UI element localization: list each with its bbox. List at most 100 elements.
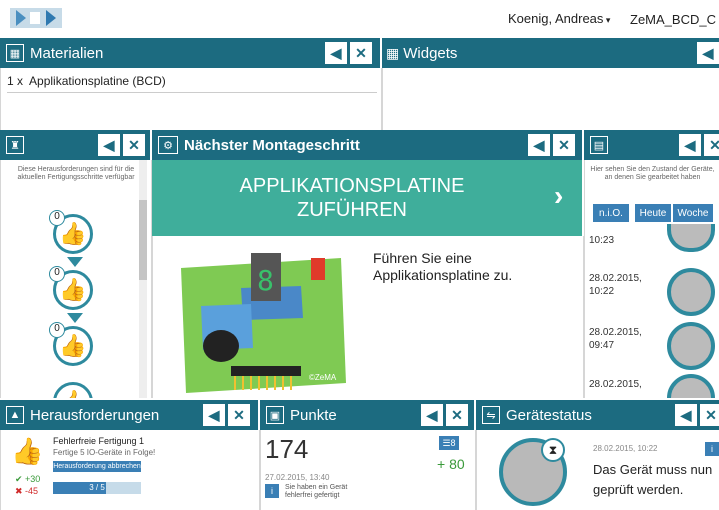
collapse-button[interactable]: ◀ xyxy=(421,404,443,426)
devices-side-header: ▤ ◀ ✕ xyxy=(584,130,719,160)
materialien-header: ▦ Materialien ◀ ✕ xyxy=(0,38,380,68)
step-title-line1: APPLIKATIONSPLATINE xyxy=(239,175,465,197)
punkte-title: Punkte xyxy=(290,406,337,424)
challenge-count: 0 xyxy=(49,322,65,338)
challenge-desc: Fertige 5 IO-Geräte in Folge! xyxy=(53,448,156,457)
widgets-body xyxy=(382,68,719,130)
collapse-button[interactable]: ◀ xyxy=(325,42,347,64)
close-button[interactable]: ✕ xyxy=(704,134,719,156)
thumbs-up-icon[interactable]: 👍 xyxy=(53,382,93,398)
challenge-title: Fehlerfreie Fertigung 1 xyxy=(53,436,145,446)
segment-digit: 8 xyxy=(257,264,274,297)
reward-minus: ✖ -45 xyxy=(15,486,39,496)
score-delta: + 80 xyxy=(437,456,465,472)
step-title-line2: ZUFÜHREN xyxy=(297,199,407,221)
close-button[interactable]: ✕ xyxy=(553,134,575,156)
widgets-title: Widgets xyxy=(403,44,458,62)
challenges-side-header: ♜ ◀ ✕ xyxy=(0,130,150,160)
score-message: Sie haben ein Gerät fehlerfrei gefertigt xyxy=(285,484,348,499)
board-label: ©ZeMA xyxy=(309,373,337,382)
device-thumbnail[interactable] xyxy=(667,322,715,370)
device-thumbnail[interactable] xyxy=(667,374,715,398)
scrollbar[interactable] xyxy=(139,160,147,398)
info-icon: i xyxy=(265,484,279,498)
score-value: 174 xyxy=(265,434,309,464)
devices-side-body: Hier sehen Sie den Zustand der Geräte, a… xyxy=(584,160,719,398)
herausforderungen-header: ▲ Herausforderungen ◀ ✕ xyxy=(0,400,258,430)
collapse-button[interactable]: ◀ xyxy=(98,134,120,156)
collapse-button[interactable]: ◀ xyxy=(697,42,719,64)
herausforderungen-body: 👍 Fehlerfreie Fertigung 1 Fertige 5 IO-G… xyxy=(0,430,260,510)
chevron-down-icon: ▾ xyxy=(603,15,611,25)
device-entry-time[interactable]: 28.02.2015, 09:47 xyxy=(589,326,642,352)
progress-text: 3 / 5 xyxy=(89,483,105,492)
close-button[interactable]: ✕ xyxy=(350,42,372,64)
device-status-icon: ⇋ xyxy=(482,406,500,424)
collapse-button[interactable]: ◀ xyxy=(675,404,697,426)
info-icon: i xyxy=(705,442,719,456)
clipboard-icon: ▤ xyxy=(590,136,608,154)
grid-icon: ▦ xyxy=(386,44,399,61)
circuit-board-image: 8 ©ZeMA xyxy=(181,253,346,393)
hourglass-icon: ⧗ xyxy=(541,438,565,462)
challenges-description: Diese Herausforderungen sind für die akt… xyxy=(17,166,135,181)
points-icon: ▣ xyxy=(266,406,284,424)
user-name: Koenig, Andreas xyxy=(508,11,604,26)
close-button[interactable]: ✕ xyxy=(700,404,719,426)
status-timestamp: 28.02.2015, 10:22 xyxy=(593,444,658,453)
top-bar: Koenig, Andreas ▾ ZeMA_BCD_C xyxy=(0,0,719,38)
widgets-header: ▦ Widgets ◀ xyxy=(382,38,719,68)
status-message: Das Gerät muss nun geprüft werden. xyxy=(593,462,713,497)
trophy-icon: ♜ xyxy=(6,136,24,154)
challenge-progress: 3 / 5 xyxy=(53,482,141,494)
geraetestatus-title: Gerätestatus xyxy=(506,406,592,424)
list-item: 1 x Applikationsplatine (BCD) xyxy=(7,74,377,93)
punkte-body: 174 ☰8 + 80 27.02.2015, 13:40 i Sie habe… xyxy=(260,430,476,510)
material-qty: 1 x xyxy=(7,74,24,88)
assembly-icon: ⚙ xyxy=(158,136,178,154)
user-menu[interactable]: Koenig, Andreas ▾ xyxy=(508,11,610,26)
cancel-challenge-button[interactable]: Herausforderung abbrechen xyxy=(53,461,141,472)
step-instruction: Führen Sie eine Applikationsplatine zu. xyxy=(373,250,513,283)
device-thumbnail[interactable] xyxy=(667,268,715,316)
reward-plus: ✔ +30 xyxy=(15,474,41,484)
punkte-header: ▣ Punkte ◀ ✕ xyxy=(260,400,474,430)
challenges-side-body: Diese Herausforderungen sind für die akt… xyxy=(0,160,152,398)
device-entry-time[interactable]: 10:23 xyxy=(589,234,614,247)
filter-today-button[interactable]: Heute xyxy=(635,204,671,222)
collapse-button[interactable]: ◀ xyxy=(679,134,701,156)
device-thumbnail[interactable] xyxy=(667,224,715,252)
filter-week-button[interactable]: Woche xyxy=(673,204,713,222)
close-button[interactable]: ✕ xyxy=(446,404,468,426)
materialien-body: 1 x Applikationsplatine (BCD) xyxy=(0,68,382,130)
material-name: Applikationsplatine (BCD) xyxy=(29,74,166,88)
device-entry-time[interactable]: 28.02.2015, xyxy=(589,378,642,391)
close-button[interactable]: ✕ xyxy=(123,134,145,156)
collapse-button[interactable]: ◀ xyxy=(528,134,550,156)
station-name: ZeMA_BCD_C xyxy=(630,12,716,27)
step-banner[interactable]: APPLIKATIONSPLATINE ZUFÜHREN › xyxy=(152,160,582,236)
arrow-down-icon xyxy=(67,257,83,267)
chevron-right-icon[interactable]: › xyxy=(554,180,563,212)
company-logo xyxy=(10,8,62,28)
collapse-button[interactable]: ◀ xyxy=(203,404,225,426)
geraetestatus-header: ⇋ Gerätestatus ◀ ✕ xyxy=(476,400,719,430)
challenge-count: 0 xyxy=(49,266,65,282)
materials-icon: ▦ xyxy=(6,44,24,62)
materialien-title: Materialien xyxy=(30,44,104,62)
trophy-icon: ▲ xyxy=(6,406,24,424)
montage-title: Nächster Montageschritt xyxy=(184,136,360,154)
devices-description: Hier sehen Sie den Zustand der Geräte, a… xyxy=(590,166,715,181)
close-button[interactable]: ✕ xyxy=(228,404,250,426)
herausforderungen-title: Herausforderungen xyxy=(30,406,160,424)
list-badge-icon: ☰8 xyxy=(439,436,459,450)
device-entry-time[interactable]: 28.02.2015, 10:22 xyxy=(589,272,642,298)
challenge-count: 0 xyxy=(49,210,65,226)
montage-body: 8 ©ZeMA Führen Sie eine Applikationsplat… xyxy=(152,236,584,398)
arrow-down-icon xyxy=(67,313,83,323)
filter-nio-button[interactable]: n.i.O. xyxy=(593,204,629,222)
score-timestamp: 27.02.2015, 13:40 xyxy=(265,473,330,482)
thumbs-up-icon: 👍 xyxy=(11,436,44,466)
montage-header: ⚙ Nächster Montageschritt ◀ ✕ xyxy=(152,130,582,160)
geraetestatus-body: ⧗ 28.02.2015, 10:22 i Das Gerät muss nun… xyxy=(476,430,719,510)
